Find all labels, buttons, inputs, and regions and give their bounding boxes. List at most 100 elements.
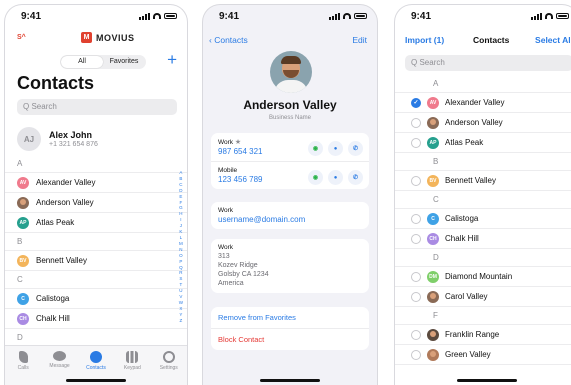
list-item[interactable]: ✓ AV Alexander Valley xyxy=(395,93,571,113)
avatar: BV xyxy=(17,254,29,267)
list-item[interactable]: DM Diamond Mountain xyxy=(395,267,571,287)
unchecked-icon[interactable] xyxy=(411,271,421,282)
avatar xyxy=(427,348,439,361)
list-item[interactable]: AV Alexander Valley xyxy=(5,173,187,193)
phone-icon[interactable]: ✆ xyxy=(348,170,363,185)
wifi-icon xyxy=(545,13,553,19)
import-button[interactable]: Import (1) xyxy=(405,35,444,45)
index-letter[interactable]: Z xyxy=(179,318,183,324)
contact-name: Chalk Hill xyxy=(445,234,479,243)
list-item[interactable]: BV Bennett Valley xyxy=(5,251,187,271)
list-item[interactable]: BV Bennett Valley xyxy=(395,171,571,191)
unchecked-icon[interactable] xyxy=(411,213,421,224)
add-contact-button[interactable]: + xyxy=(167,51,177,69)
whatsapp-icon[interactable]: ◉ xyxy=(308,141,323,156)
checked-icon[interactable]: ✓ xyxy=(411,97,421,108)
phone-icon[interactable]: ✆ xyxy=(348,141,363,156)
contact-name: Bennett Valley xyxy=(36,256,87,265)
search-input[interactable]: Q Search xyxy=(17,99,177,115)
list-item[interactable]: C Calistoga xyxy=(5,289,187,309)
phones-card: Work ★ 987 654 321 ◉ ● ✆ Mobile 123 456 … xyxy=(211,133,369,189)
address-card: Work 313 Kozev Ridge Golsby CA 1234 Amer… xyxy=(211,239,369,293)
address-line: 313 xyxy=(218,253,230,260)
segment-favorites[interactable]: Favorites xyxy=(103,56,145,68)
status-time: 9:41 xyxy=(411,10,432,22)
settings-icon xyxy=(162,351,175,363)
contact-name: Carol Valley xyxy=(445,292,488,301)
contact-name: Calistoga xyxy=(445,214,479,223)
list-item[interactable]: Anderson Valley xyxy=(5,193,187,213)
avatar: AJ xyxy=(17,127,41,151)
avatar xyxy=(427,116,439,129)
tab-calls[interactable]: Calls xyxy=(7,351,39,385)
page-title: Contacts xyxy=(17,73,95,93)
edit-button[interactable]: Edit xyxy=(352,35,367,45)
contact-name: Calistoga xyxy=(36,294,70,303)
wifi-icon xyxy=(153,13,161,19)
contact-name: Bennett Valley xyxy=(445,176,496,185)
import-contacts-screen: 9:41 Import (1) Contacts Select All Q Se… xyxy=(394,4,571,385)
alphabet-index[interactable]: ABCDEFGHIJKLMNOPQRSTUVWXYZ xyxy=(179,170,183,324)
whatsapp-icon[interactable]: ◉ xyxy=(308,170,323,185)
remove-favorites-button[interactable]: Remove from Favorites xyxy=(211,307,369,328)
select-all-button[interactable]: Select All xyxy=(535,35,571,45)
signal-icon xyxy=(139,12,150,20)
segment-all[interactable]: All xyxy=(61,56,103,68)
nav-bar: Import (1) Contacts Select All xyxy=(395,35,571,49)
selectable-contact-list: A ✓ AV Alexander Valley Anderson Valley AP Atl… xyxy=(395,75,571,365)
section-header: B xyxy=(5,233,187,251)
contact-name: Anderson Valley xyxy=(36,198,94,207)
unchecked-icon[interactable] xyxy=(411,329,421,340)
business-name: Business Name xyxy=(268,115,312,121)
section-header: C xyxy=(395,191,571,209)
movius-logo-icon: M xyxy=(81,32,92,43)
block-contact-button[interactable]: Block Contact xyxy=(211,328,369,350)
message-icon xyxy=(53,351,67,361)
status-time: 9:41 xyxy=(219,10,240,22)
list-item[interactable]: Green Valley xyxy=(395,345,571,365)
tab-settings[interactable]: Settings xyxy=(153,351,185,385)
unchecked-icon[interactable] xyxy=(411,349,421,360)
address-value[interactable]: 313 Kozev Ridge Golsby CA 1234 America xyxy=(218,252,362,288)
list-item[interactable]: Anderson Valley xyxy=(395,113,571,133)
nav-title: Contacts xyxy=(473,35,510,45)
avatar: C xyxy=(427,212,439,225)
tab-label: Keypad xyxy=(123,365,141,371)
address-line: Golsby CA 1234 xyxy=(218,271,269,278)
search-input[interactable]: Q Search xyxy=(405,55,571,71)
unchecked-icon[interactable] xyxy=(411,175,421,186)
battery-icon xyxy=(164,13,177,19)
list-item[interactable]: Carol Valley xyxy=(395,287,571,307)
avatar xyxy=(427,328,439,341)
back-button[interactable]: ‹ Contacts xyxy=(209,35,248,45)
unchecked-icon[interactable] xyxy=(411,137,421,148)
list-item[interactable]: Franklin Range xyxy=(395,325,571,345)
home-indicator xyxy=(66,379,126,382)
avatar: DM xyxy=(427,270,439,283)
phone-label: Work xyxy=(218,139,234,146)
segment-control: All Favorites xyxy=(60,55,146,69)
avatar xyxy=(17,196,29,209)
battery-icon xyxy=(556,13,569,19)
email-value[interactable]: username@domain.com xyxy=(218,215,362,224)
list-item[interactable]: CH Chalk Hill xyxy=(395,229,571,249)
message-icon[interactable]: ● xyxy=(328,170,343,185)
unchecked-icon[interactable] xyxy=(411,291,421,302)
list-item[interactable]: AP Atlas Peak xyxy=(395,133,571,153)
movius-logo: M MOVIUS xyxy=(81,32,135,43)
avatar: CH xyxy=(427,232,439,245)
avatar: AV xyxy=(17,176,29,189)
list-item[interactable]: AP Atlas Peak xyxy=(5,213,187,233)
message-icon[interactable]: ● xyxy=(328,141,343,156)
signal-icon xyxy=(329,12,340,20)
list-item[interactable]: C Calistoga xyxy=(395,209,571,229)
list-item[interactable]: CH Chalk Hill xyxy=(5,309,187,329)
signal-icon xyxy=(531,12,542,20)
status-bar: 9:41 xyxy=(395,5,571,27)
my-card[interactable]: AJ Alex John +1 321 654 876 xyxy=(17,125,179,153)
contact-name: Green Valley xyxy=(445,350,491,359)
unchecked-icon[interactable] xyxy=(411,233,421,244)
phone-actions: ◉ ● ✆ xyxy=(308,170,363,185)
email-field: Work username@domain.com xyxy=(211,202,369,229)
unchecked-icon[interactable] xyxy=(411,117,421,128)
